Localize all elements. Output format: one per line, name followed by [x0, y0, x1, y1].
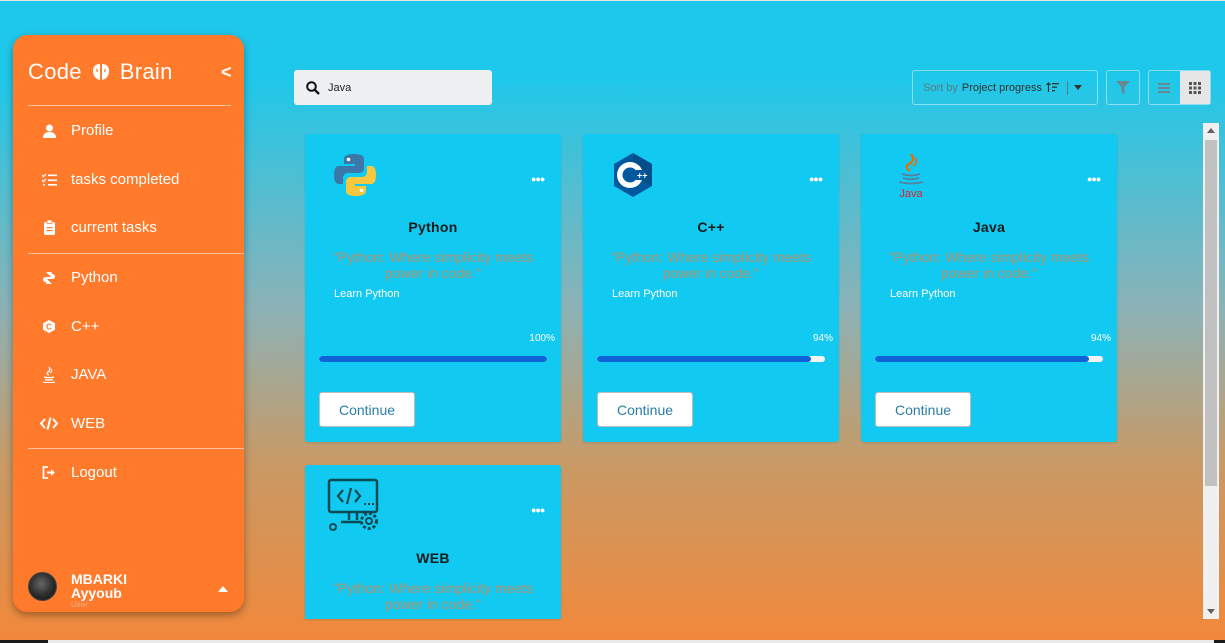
progress-bar: [319, 356, 547, 362]
sidebar-item-logout[interactable]: Logout: [40, 464, 117, 481]
collapse-sidebar-button[interactable]: <: [221, 62, 232, 83]
sort-order-icon: [1046, 82, 1059, 92]
view-toggle-group: [1148, 70, 1211, 105]
sidebar-item-label: tasks completed: [71, 171, 180, 188]
brand-logo[interactable]: Code Brain: [28, 59, 173, 85]
sidebar-item-profile[interactable]: Profile: [40, 122, 114, 139]
scrollbar-thumb[interactable]: [1205, 140, 1217, 486]
svg-text:++: ++: [637, 171, 648, 181]
sort-value: Project progress: [961, 81, 1042, 94]
python-icon: [40, 270, 58, 286]
sidebar-item-label: Logout: [71, 464, 117, 481]
card-subtitle: Learn Python: [612, 288, 678, 300]
progress-fill: [875, 356, 1090, 362]
java-icon: [40, 366, 58, 383]
card-quote: "Python: Where simplicity meets power in…: [332, 580, 534, 612]
card-subtitle: Learn Python: [334, 288, 400, 300]
filter-icon: [1116, 81, 1130, 94]
sidebar-item-label: JAVA: [71, 366, 107, 383]
java-logo-icon: Java: [898, 153, 923, 199]
course-card-cplusplus: ++ ●●● C++ "Python: Where simplicity mee…: [583, 134, 839, 442]
divider: [28, 253, 244, 254]
list-icon: [1158, 82, 1171, 93]
more-options-icon[interactable]: ●●●: [809, 174, 823, 184]
web-dev-icon: [327, 478, 379, 531]
card-title: WEB: [416, 550, 450, 566]
sort-divider: [1066, 80, 1068, 95]
more-options-icon[interactable]: ●●●: [531, 505, 545, 515]
sidebar-item-cplusplus[interactable]: C C++: [40, 318, 99, 335]
course-card-web: ●●● WEB "Python: Where simplicity meets …: [305, 465, 561, 619]
user-role: User: [71, 600, 88, 609]
progress-fill: [319, 356, 547, 362]
progress-bar: [875, 356, 1103, 362]
sort-dropdown[interactable]: Sort by Project progress: [912, 70, 1098, 105]
brand-name-left: Code: [28, 59, 82, 84]
logout-icon: [40, 465, 58, 481]
sidebar: Code Brain < Profile tasks completed cur…: [13, 35, 244, 612]
avatar: [28, 572, 57, 601]
user-first-name: MBARKI: [71, 571, 127, 587]
brand-name-right: Brain: [119, 59, 173, 84]
brain-icon: [92, 64, 109, 80]
sidebar-item-java[interactable]: JAVA: [40, 366, 106, 383]
sidebar-item-label: Python: [71, 269, 118, 286]
card-quote: "Python: Where simplicity meets power in…: [332, 249, 534, 281]
cplusplus-logo-icon: ++: [614, 153, 652, 197]
sidebar-item-current-tasks[interactable]: current tasks: [40, 219, 157, 236]
card-title: C++: [697, 219, 725, 235]
clipboard-icon: [40, 220, 58, 236]
scroll-up-icon[interactable]: [1207, 128, 1215, 133]
scroll-down-icon[interactable]: [1207, 609, 1215, 614]
progress-bar: [597, 356, 825, 362]
caret-up-icon[interactable]: [218, 586, 228, 592]
course-card-java: Java ●●● Java "Python: Where simplicity …: [861, 134, 1117, 442]
sidebar-item-label: Profile: [71, 122, 114, 139]
continue-button[interactable]: Continue: [319, 392, 415, 427]
filter-button[interactable]: [1106, 70, 1140, 105]
cplusplus-icon: C: [40, 319, 58, 335]
sidebar-item-label: WEB: [71, 415, 106, 432]
sort-label: Sort by: [923, 81, 958, 94]
sidebar-item-label: current tasks: [71, 219, 157, 236]
more-options-icon[interactable]: ●●●: [531, 174, 545, 184]
search-input[interactable]: [328, 81, 478, 94]
grid-icon: [1188, 81, 1201, 94]
progress-label: 94%: [812, 333, 833, 344]
code-icon: [40, 416, 58, 432]
continue-button[interactable]: Continue: [875, 392, 971, 427]
progress-label: 100%: [529, 333, 555, 344]
sidebar-item-label: C++: [71, 318, 100, 335]
sidebar-item-web[interactable]: WEB: [40, 415, 105, 432]
user-last-name: Ayyoub: [71, 585, 122, 601]
progress-label: 94%: [1090, 333, 1111, 344]
divider: [28, 105, 231, 106]
card-title: Java: [972, 219, 1006, 235]
sidebar-item-python[interactable]: Python: [40, 269, 118, 286]
continue-button[interactable]: Continue: [597, 392, 693, 427]
sidebar-item-tasks-completed[interactable]: tasks completed: [40, 171, 179, 188]
card-title: Python: [408, 219, 458, 235]
search-box: [294, 70, 492, 105]
list-check-icon: [40, 172, 58, 188]
svg-text:Java: Java: [899, 188, 923, 199]
svg-text:C: C: [46, 322, 52, 331]
python-logo-icon: [334, 154, 376, 196]
card-subtitle: Learn Python: [890, 288, 956, 300]
divider: [28, 448, 244, 449]
top-border: [0, 0, 1225, 1]
list-view-button[interactable]: [1149, 71, 1180, 104]
user-profile[interactable]: MBARKI Ayyoub User: [28, 572, 127, 609]
more-options-icon[interactable]: ●●●: [1087, 174, 1101, 184]
scrollbar[interactable]: [1203, 123, 1219, 619]
chevron-down-icon: [1073, 85, 1082, 90]
card-quote: "Python: Where simplicity meets power in…: [888, 249, 1090, 281]
user-icon: [40, 123, 58, 139]
course-card-python: ●●● Python "Python: Where simplicity mee…: [305, 134, 561, 442]
grid-view-button[interactable]: [1179, 71, 1210, 104]
card-quote: "Python: Where simplicity meets power in…: [610, 249, 812, 281]
search-icon: [306, 80, 320, 95]
progress-fill: [597, 356, 812, 362]
